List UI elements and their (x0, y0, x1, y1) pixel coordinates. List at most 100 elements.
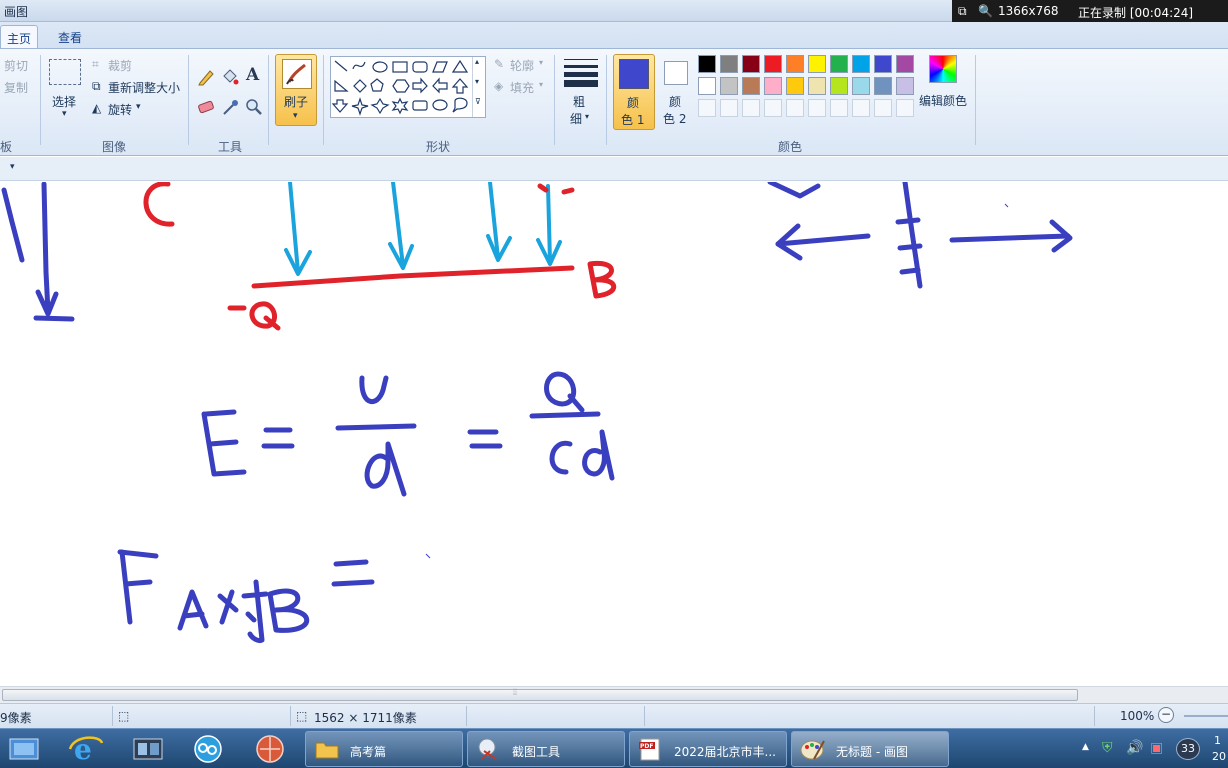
security-shield-icon[interactable]: ⛨ (1102, 740, 1113, 756)
brushes-button[interactable]: 刷子 ▾ (275, 54, 317, 126)
canvas-drawing (1, 182, 1073, 643)
chevron-up-icon[interactable]: ▴ (475, 57, 479, 66)
taskbar-button-paint[interactable]: 无标题 - 画图 (791, 731, 949, 767)
chevron-down-icon[interactable]: ▾ (475, 77, 479, 86)
network-warning-icon[interactable]: ▣ (1150, 740, 1163, 756)
palette-swatch[interactable] (786, 55, 804, 73)
media-center-icon[interactable] (128, 733, 168, 765)
select-button[interactable]: 选择 (52, 93, 76, 110)
pdf-icon: PDF (639, 738, 660, 761)
palette-swatch[interactable] (698, 55, 716, 73)
rotate-button[interactable]: 旋转 (108, 101, 132, 118)
shapes-scroll[interactable]: ▴ ▾ ⊽ (472, 57, 484, 117)
taskbar-button-pdf[interactable]: PDF 2022届北京市丰... (629, 731, 787, 767)
zoom-out-button[interactable]: − (1158, 707, 1174, 723)
color2-button[interactable]: 颜 色 2 (659, 54, 695, 130)
size-button[interactable]: 粗 细 ▾ (562, 57, 600, 129)
separator (40, 55, 41, 145)
palette-swatch[interactable] (720, 55, 738, 73)
palette-empty-slot[interactable] (742, 99, 760, 117)
fill-button[interactable]: 填充 (510, 79, 534, 96)
palette-empty-slot[interactable] (896, 99, 914, 117)
cut-button[interactable]: 剪切 (4, 57, 28, 74)
edit-colors-button[interactable]: 编辑颜色 (919, 55, 969, 115)
scrollbar-thumb[interactable]: ⦙⦙ (2, 688, 1078, 701)
palette-swatch[interactable] (764, 77, 782, 95)
drawing-canvas[interactable] (0, 182, 1228, 686)
copy-button[interactable]: 复制 (4, 79, 28, 96)
color-picker-icon[interactable] (220, 97, 240, 117)
rotate-dropdown-icon[interactable]: ▾ (136, 102, 141, 112)
palette-swatch[interactable] (742, 77, 760, 95)
taskbar-button-snipping[interactable]: 截图工具 (467, 731, 625, 767)
tray-badge[interactable]: 33 (1176, 738, 1200, 760)
select-dropdown-icon[interactable]: ▾ (62, 109, 67, 119)
color1-button[interactable]: 颜 色 1 (613, 54, 655, 130)
palette-swatch[interactable] (874, 55, 892, 73)
palette-swatch[interactable] (786, 77, 804, 95)
clipboard-group-label: 板 (0, 140, 13, 154)
taskbar-button-folder[interactable]: 高考篇 (305, 731, 463, 767)
palette-empty-slot[interactable] (698, 99, 716, 117)
pencil-icon[interactable] (196, 67, 216, 87)
zoom-slider[interactable] (1184, 715, 1228, 717)
quick-access-dropdown-icon[interactable]: ▾ (10, 162, 15, 172)
size-label-2: 细 (570, 112, 583, 126)
palette-empty-slot[interactable] (764, 99, 782, 117)
image-group-label: 图像 (101, 140, 126, 154)
clock-line-1: 1 (1214, 734, 1221, 747)
palette-swatch[interactable] (830, 55, 848, 73)
magnifier-icon[interactable] (244, 97, 264, 117)
tab-view[interactable]: 查看 (52, 25, 92, 48)
browser-app-icon[interactable] (250, 733, 290, 765)
palette-empty-slot[interactable] (830, 99, 848, 117)
palette-swatch[interactable] (698, 77, 716, 95)
ink-stroke (486, 234, 512, 262)
palette-swatch[interactable] (720, 77, 738, 95)
palette-swatch[interactable] (742, 55, 760, 73)
recorder-bar: ⧉ 🔍 1366x768 正在录制 [00:04:24] (952, 0, 1228, 22)
select-icon[interactable] (49, 59, 81, 85)
palette-swatch[interactable] (764, 55, 782, 73)
palette-empty-slot[interactable] (720, 99, 738, 117)
shapes-group-label: 形状 (425, 140, 450, 154)
color2-label-1: 颜 (669, 95, 682, 109)
volume-icon[interactable]: 🔊 (1126, 740, 1143, 756)
palette-swatch[interactable] (896, 55, 914, 73)
fill-bucket-icon[interactable] (220, 67, 240, 87)
ink-stroke (897, 243, 923, 251)
fill-icon: ◈ (494, 79, 504, 93)
palette-empty-slot[interactable] (808, 99, 826, 117)
resize-button[interactable]: 重新调整大小 (108, 79, 180, 96)
restore-icon[interactable]: ⧉ (958, 4, 967, 19)
outline-dropdown-icon[interactable]: ▾ (539, 58, 543, 67)
chat-app-icon[interactable] (188, 733, 228, 765)
ink-stroke (267, 588, 310, 633)
tab-home[interactable]: 主页 (0, 25, 38, 48)
palette-empty-slot[interactable] (852, 99, 870, 117)
shapes-gallery[interactable] (330, 56, 486, 118)
crop-button[interactable]: 裁剪 (108, 57, 132, 74)
ink-stroke (949, 233, 1071, 243)
more-icon[interactable]: ⊽ (475, 97, 481, 106)
color2-label-2: 色 2 (663, 112, 687, 126)
taskbar: e 高考篇 截图工具 PDF 2022届北京市丰... 无标题 - 画图 ▲ ⛨… (0, 728, 1228, 768)
palette-empty-slot[interactable] (786, 99, 804, 117)
palette-swatch[interactable] (874, 77, 892, 95)
eraser-icon[interactable] (196, 97, 216, 117)
show-desktop-icon[interactable] (4, 733, 44, 765)
palette-empty-slot[interactable] (874, 99, 892, 117)
horizontal-scrollbar[interactable]: ⦙⦙ (0, 686, 1228, 703)
palette-swatch[interactable] (852, 55, 870, 73)
fill-dropdown-icon[interactable]: ▾ (539, 80, 543, 89)
palette-swatch[interactable] (896, 77, 914, 95)
palette-swatch[interactable] (808, 77, 826, 95)
palette-swatch[interactable] (808, 55, 826, 73)
zoom-magnifier-icon[interactable]: 🔍 (978, 4, 993, 18)
outline-button[interactable]: 轮廓 (510, 57, 534, 74)
palette-swatch[interactable] (830, 77, 848, 95)
palette-swatch[interactable] (852, 77, 870, 95)
internet-explorer-icon[interactable]: e (66, 733, 106, 766)
tray-overflow-icon[interactable]: ▲ (1082, 742, 1089, 752)
text-tool-icon[interactable]: A (246, 65, 259, 85)
